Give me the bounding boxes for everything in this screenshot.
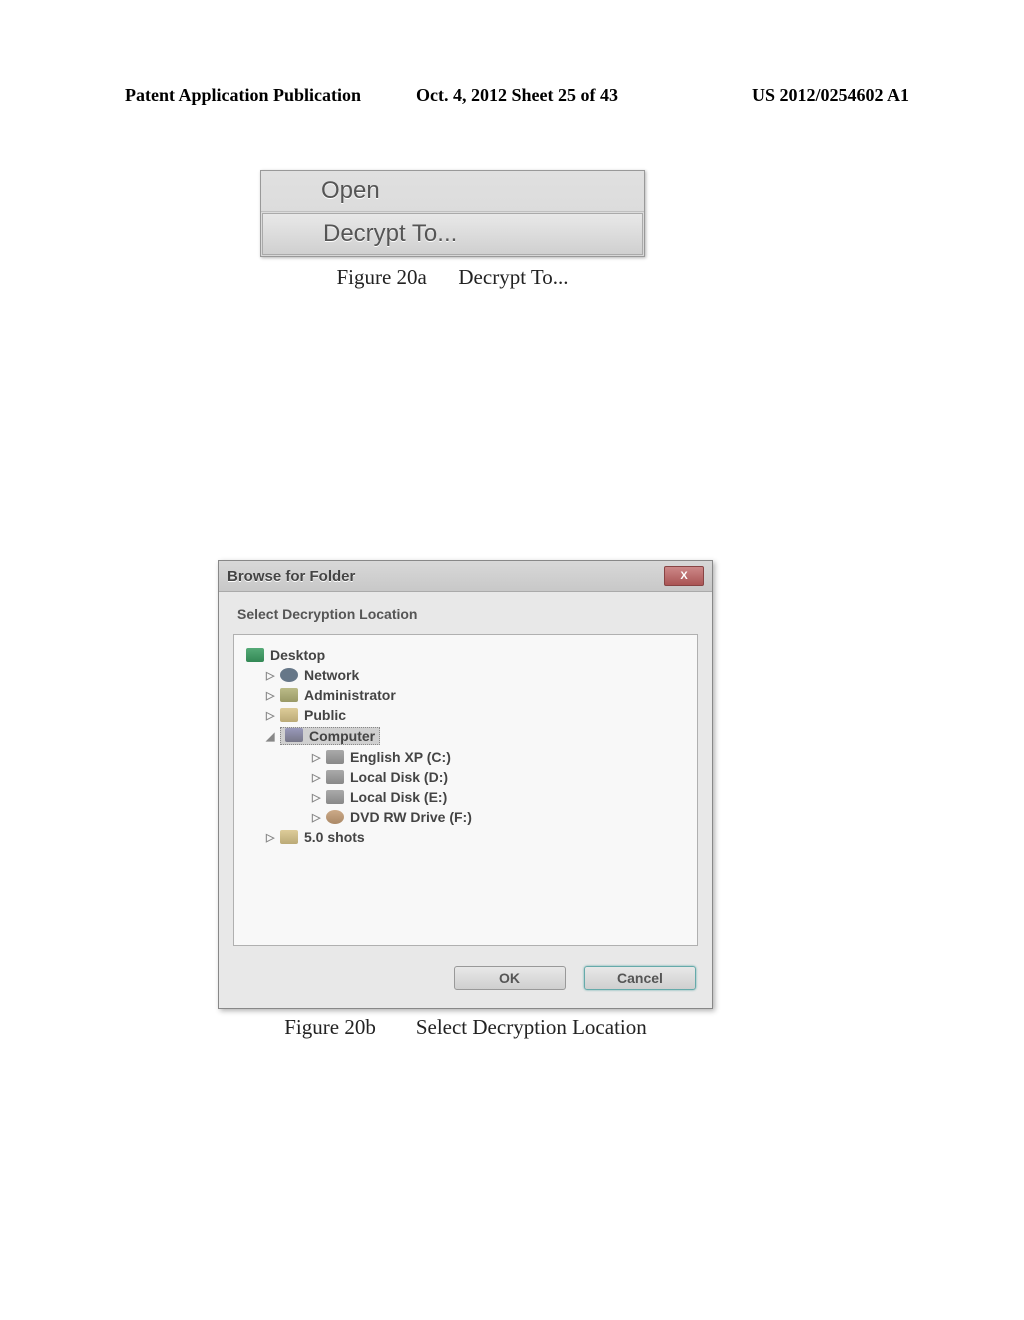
context-menu: Open Decrypt To... xyxy=(260,170,645,257)
figure-20b: Browse for Folder X Select Decryption Lo… xyxy=(218,560,713,1040)
chevron-right-icon[interactable]: ▷ xyxy=(312,751,324,764)
tree-item-administrator[interactable]: ▷ Administrator xyxy=(242,685,689,705)
browse-folder-dialog: Browse for Folder X Select Decryption Lo… xyxy=(218,560,713,1009)
ok-button[interactable]: OK xyxy=(454,966,566,990)
computer-icon xyxy=(285,728,303,742)
tree-item-public[interactable]: ▷ Public xyxy=(242,705,689,725)
dialog-button-row: OK Cancel xyxy=(219,956,712,1008)
tree-label: Local Disk (E:) xyxy=(350,789,447,805)
figure-20b-caption: Figure 20b Select Decryption Location xyxy=(218,1015,713,1040)
tree-label: Desktop xyxy=(270,647,325,663)
chevron-right-icon[interactable]: ▷ xyxy=(266,831,278,844)
tree-item-drive-c[interactable]: ▷ English XP (C:) xyxy=(242,747,689,767)
tree-label: Computer xyxy=(309,728,375,744)
chevron-right-icon[interactable]: ▷ xyxy=(312,771,324,784)
menu-item-open[interactable]: Open xyxy=(261,171,644,212)
folder-icon xyxy=(280,830,298,844)
menu-item-decrypt-to[interactable]: Decrypt To... xyxy=(262,213,643,255)
figure-20b-text: Select Decryption Location xyxy=(416,1015,647,1040)
drive-icon xyxy=(326,750,344,764)
figure-20a-label: Figure 20a xyxy=(336,265,426,289)
close-icon: X xyxy=(680,570,687,582)
header-publication-label: Patent Application Publication xyxy=(125,85,386,106)
tree-item-computer[interactable]: ◢ Computer xyxy=(242,725,689,747)
drive-icon xyxy=(326,790,344,804)
tree-label: Public xyxy=(304,707,346,723)
network-icon xyxy=(280,668,298,682)
tree-label: Local Disk (D:) xyxy=(350,769,448,785)
tree-label: DVD RW Drive (F:) xyxy=(350,809,472,825)
header-patent-number: US 2012/0254602 A1 xyxy=(648,85,909,106)
figure-20b-label: Figure 20b xyxy=(284,1015,376,1040)
tree-item-desktop[interactable]: Desktop xyxy=(242,645,689,665)
chevron-right-icon[interactable]: ▷ xyxy=(266,669,278,682)
dvd-drive-icon xyxy=(326,810,344,824)
tree-item-drive-e[interactable]: ▷ Local Disk (E:) xyxy=(242,787,689,807)
desktop-icon xyxy=(246,648,264,662)
page-header: Patent Application Publication Oct. 4, 2… xyxy=(0,0,1024,106)
tree-label: English XP (C:) xyxy=(350,749,451,765)
tree-label: Network xyxy=(304,667,359,683)
dialog-subtitle: Select Decryption Location xyxy=(219,592,712,632)
chevron-right-icon[interactable]: ▷ xyxy=(266,689,278,702)
chevron-down-icon[interactable]: ◢ xyxy=(266,730,278,743)
dialog-title: Browse for Folder xyxy=(227,568,355,585)
figure-20a: Open Decrypt To... Figure 20a Decrypt To… xyxy=(260,170,645,290)
folder-icon xyxy=(280,688,298,702)
tree-item-drive-d[interactable]: ▷ Local Disk (D:) xyxy=(242,767,689,787)
cancel-button[interactable]: Cancel xyxy=(584,966,696,990)
tree-item-drive-f[interactable]: ▷ DVD RW Drive (F:) xyxy=(242,807,689,827)
tree-label: Administrator xyxy=(304,687,396,703)
folder-icon xyxy=(280,708,298,722)
figure-20a-text: Decrypt To... xyxy=(458,265,568,289)
tree-label: 5.0 shots xyxy=(304,829,365,845)
header-date-sheet: Oct. 4, 2012 Sheet 25 of 43 xyxy=(386,85,647,106)
close-button[interactable]: X xyxy=(664,566,704,586)
chevron-right-icon[interactable]: ▷ xyxy=(312,791,324,804)
figure-20a-caption: Figure 20a Decrypt To... xyxy=(260,265,645,290)
dialog-titlebar: Browse for Folder X xyxy=(219,561,712,592)
tree-item-shots[interactable]: ▷ 5.0 shots xyxy=(242,827,689,847)
chevron-right-icon[interactable]: ▷ xyxy=(266,709,278,722)
tree-item-network[interactable]: ▷ Network xyxy=(242,665,689,685)
chevron-right-icon[interactable]: ▷ xyxy=(312,811,324,824)
folder-tree[interactable]: Desktop ▷ Network ▷ Administrator ▷ Publ… xyxy=(233,634,698,946)
drive-icon xyxy=(326,770,344,784)
